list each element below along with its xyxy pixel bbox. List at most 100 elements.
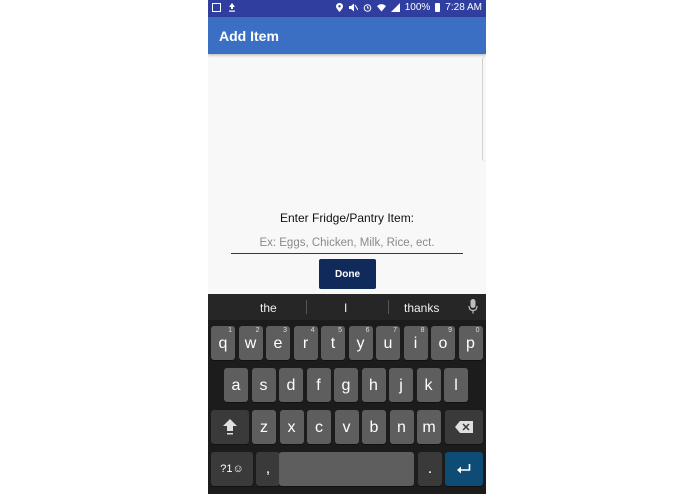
key-label: n <box>397 419 406 436</box>
key-label: s <box>259 377 268 394</box>
page-title: Add Item <box>219 28 279 44</box>
battery-percent: 100% <box>404 2 431 13</box>
suggestion-bar: the I thanks <box>208 294 486 320</box>
status-left-icons <box>212 3 236 12</box>
key-v[interactable]: v <box>334 410 359 444</box>
key-label: w <box>244 335 257 352</box>
key-b[interactable]: b <box>362 410 386 444</box>
key-q[interactable]: q1 <box>211 326 235 360</box>
key-label: a <box>231 377 241 394</box>
backspace-icon <box>455 421 473 433</box>
app-bar: Add Item <box>208 17 486 54</box>
key-c[interactable]: c <box>307 410 331 444</box>
key-z[interactable]: z <box>252 410 276 444</box>
mute-icon <box>348 3 358 12</box>
key-number-hint: 4 <box>310 327 315 334</box>
soft-keyboard: the I thanks q1w2e3r4t5y6u7i8o9p0 asdfgh… <box>208 294 486 494</box>
key-label: e <box>273 335 283 352</box>
key-label: c <box>315 419 323 436</box>
suggestion-divider <box>388 300 389 314</box>
key-label: f <box>316 377 321 394</box>
key-g[interactable]: g <box>334 368 358 402</box>
suggestion-divider <box>306 300 307 314</box>
location-icon <box>335 3 344 12</box>
key-number-hint: 3 <box>283 327 287 334</box>
key-l[interactable]: l <box>444 368 468 402</box>
microphone-icon[interactable] <box>468 299 478 315</box>
suggestion-thanks[interactable]: thanks <box>404 301 439 315</box>
key-h[interactable]: h <box>361 368 386 402</box>
key-x[interactable]: x <box>279 410 304 444</box>
key-label: j <box>399 377 403 394</box>
space-key[interactable] <box>279 452 414 486</box>
item-input[interactable] <box>231 233 463 254</box>
key-label: m <box>422 419 436 436</box>
key-label: u <box>383 335 393 352</box>
key-label: l <box>454 377 458 394</box>
wifi-icon <box>376 3 386 12</box>
key-label: h <box>369 377 378 394</box>
key-label: q <box>218 335 228 352</box>
phone-screen: 100% 7:28 AM Add Item Enter Fridge/Pantr… <box>208 0 486 494</box>
key-number-hint: 7 <box>393 327 397 334</box>
key-label: i <box>413 335 418 352</box>
key-label: o <box>438 335 448 352</box>
key-number-hint: 6 <box>365 327 370 334</box>
backspace-key[interactable] <box>445 410 483 444</box>
gallery-notification-icon <box>212 3 221 12</box>
battery-icon <box>435 3 441 12</box>
key-i[interactable]: i8 <box>403 326 428 360</box>
key-label: p <box>466 335 475 352</box>
key-a[interactable]: a <box>224 368 248 402</box>
key-label: d <box>286 377 296 394</box>
symbols-key[interactable]: ?1☺ <box>211 452 253 486</box>
key-number-hint: 2 <box>255 327 260 334</box>
period-key[interactable]: . <box>418 452 442 486</box>
suggestion-the[interactable]: the <box>260 301 277 315</box>
status-right-icons: 100% 7:28 AM <box>335 2 482 13</box>
key-number-hint: 8 <box>420 327 425 334</box>
key-p[interactable]: p0 <box>458 326 483 360</box>
key-u[interactable]: u7 <box>376 326 400 360</box>
key-label: y <box>356 335 365 352</box>
suggestion-i[interactable]: I <box>344 301 347 315</box>
key-label: x <box>287 419 296 436</box>
key-d[interactable]: d <box>279 368 303 402</box>
key-n[interactable]: n <box>389 410 414 444</box>
key-e[interactable]: e3 <box>266 326 290 360</box>
shift-icon <box>223 419 237 435</box>
key-k[interactable]: k <box>416 368 441 402</box>
key-s[interactable]: s <box>251 368 276 402</box>
alarm-icon <box>363 3 372 12</box>
clock: 7:28 AM <box>445 2 482 13</box>
key-number-hint: 5 <box>338 327 342 334</box>
key-w[interactable]: w2 <box>238 326 263 360</box>
key-label: r <box>302 335 309 352</box>
key-number-hint: 0 <box>475 327 480 334</box>
shift-key[interactable] <box>211 410 249 444</box>
enter-icon <box>457 463 471 473</box>
key-f[interactable]: f <box>306 368 331 402</box>
key-r[interactable]: r4 <box>293 326 318 360</box>
key-y[interactable]: y6 <box>348 326 373 360</box>
key-m[interactable]: m <box>417 410 441 444</box>
key-j[interactable]: j <box>389 368 413 402</box>
key-label: g <box>341 377 351 394</box>
status-bar: 100% 7:28 AM <box>208 0 486 17</box>
key-o[interactable]: o9 <box>431 326 455 360</box>
key-label: v <box>342 419 351 436</box>
key-label: b <box>369 419 379 436</box>
enter-key[interactable] <box>445 452 483 486</box>
comma-key[interactable]: , <box>256 452 280 486</box>
key-t[interactable]: t5 <box>321 326 345 360</box>
key-label: z <box>260 419 268 436</box>
done-button[interactable]: Done <box>319 259 376 289</box>
key-number-hint: 1 <box>228 327 232 334</box>
key-label: k <box>424 377 433 394</box>
item-prompt-label: Enter Fridge/Pantry Item: <box>279 211 415 225</box>
key-label: t <box>330 335 336 352</box>
signal-icon <box>390 3 400 12</box>
edge-panel-handle[interactable] <box>482 56 486 162</box>
key-number-hint: 9 <box>448 327 452 334</box>
upload-notification-icon <box>227 3 236 12</box>
